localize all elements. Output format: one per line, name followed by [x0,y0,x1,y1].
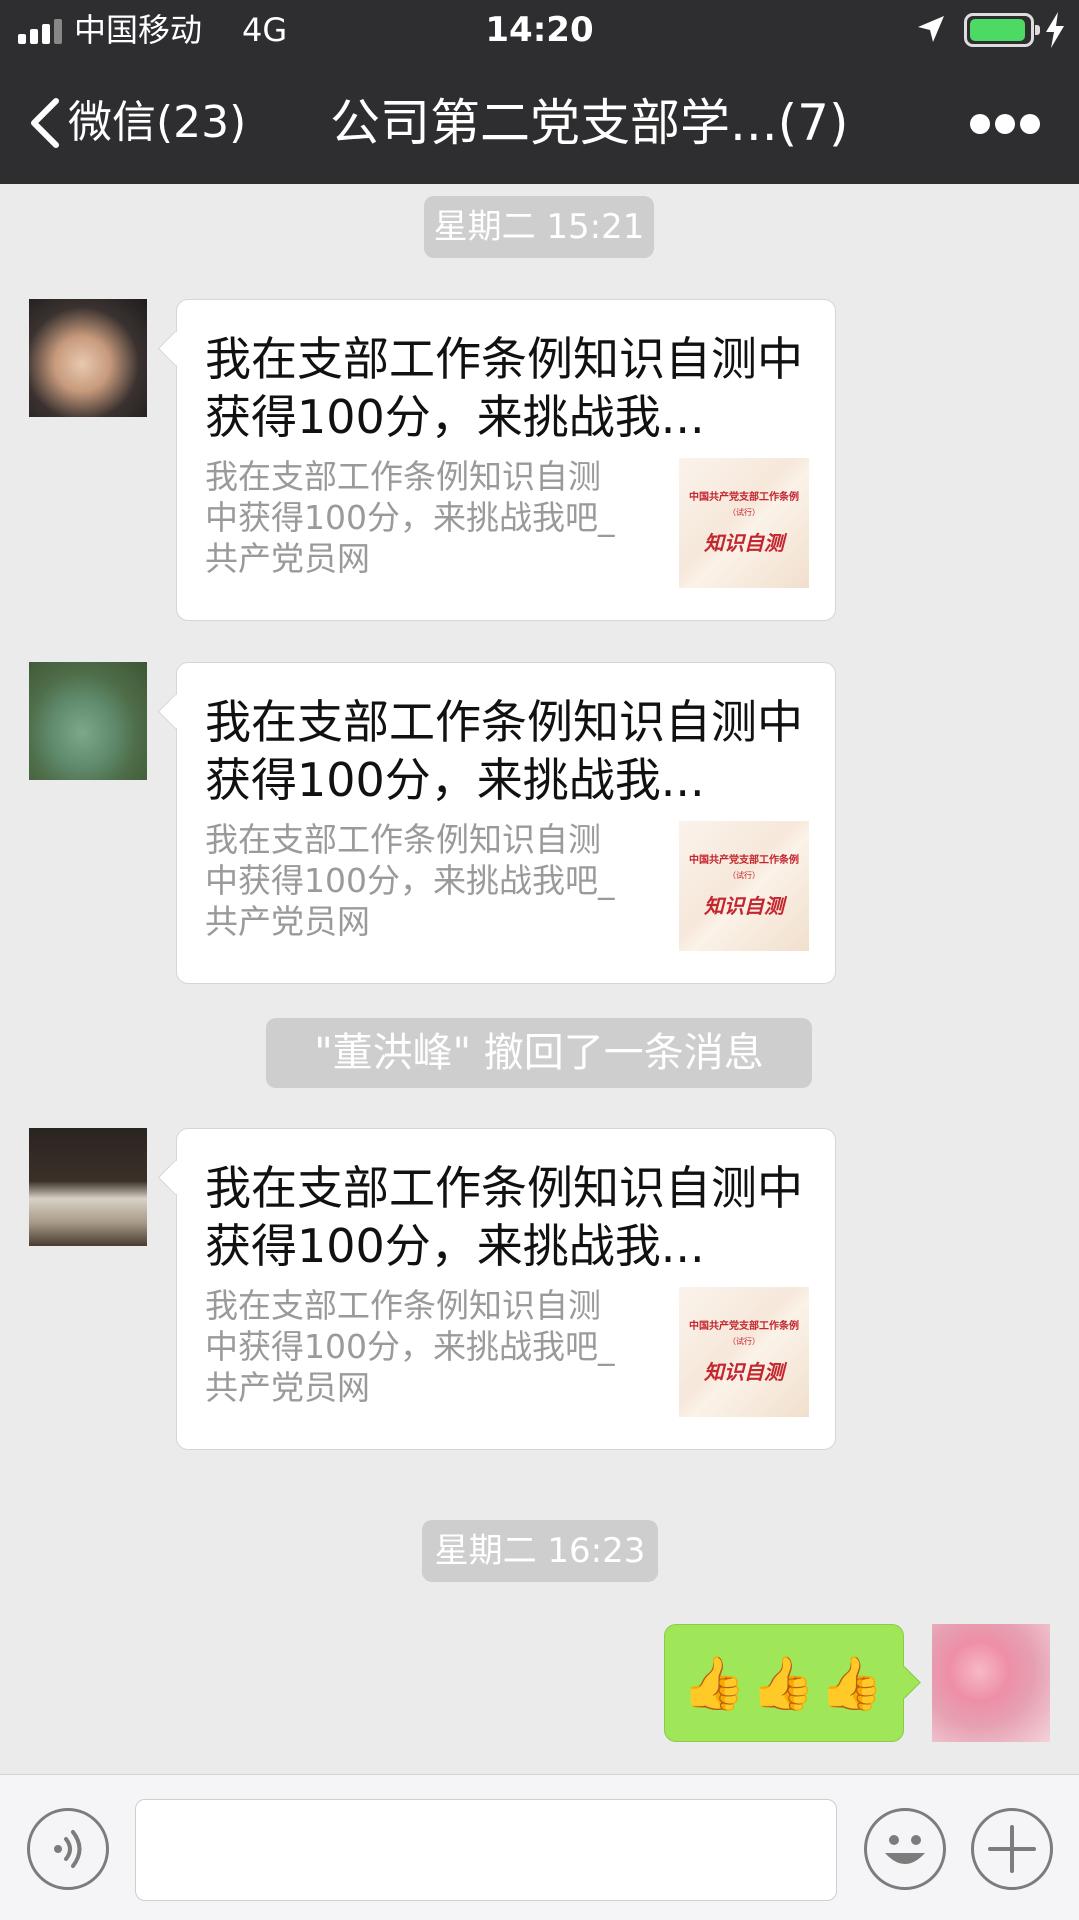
card-title: 我在支部工作条例知识自测中获得100分，来挑战我... [205,1161,803,1273]
card-description: 我在支部工作条例知识自测 中获得100分，来挑战我吧_ 共产党员网 [205,1286,615,1407]
avatar[interactable] [29,299,147,417]
card-title: 我在支部工作条例知识自测中获得100分，来挑战我... [205,695,803,807]
card-description: 我在支部工作条例知识自测 中获得100分，来挑战我吧_ 共产党员网 [205,820,615,941]
link-card[interactable]: 我在支部工作条例知识自测中获得100分，来挑战我... 我在支部工作条例知识自测… [176,662,836,984]
thumb-headline: 知识自测 [704,531,784,555]
card-title: 我在支部工作条例知识自测中获得100分，来挑战我... [205,332,803,444]
thumb-headline: 知识自测 [704,894,784,918]
timestamp: 星期二 16:23 [422,1520,658,1582]
more-dots-icon[interactable] [970,114,1040,136]
thumb-subtitle: （试行） [728,1337,760,1346]
battery-fill [970,19,1025,41]
status-bar: 中国移动 4G 14:20 [0,0,1079,62]
my-avatar[interactable] [932,1624,1050,1742]
message-text: 👍👍👍 [681,1654,889,1714]
thumb-title: 中国共产党支部工作条例 [689,492,799,503]
message-input[interactable] [135,1799,837,1901]
recall-notice: "董洪峰" 撤回了一条消息 [266,1018,812,1088]
card-thumbnail: 中国共产党支部工作条例 （试行） 知识自测 [679,1287,809,1417]
timestamp: 星期二 15:21 [424,196,654,258]
card-description: 我在支部工作条例知识自测 中获得100分，来挑战我吧_ 共产党员网 [205,457,615,578]
link-card[interactable]: 我在支部工作条例知识自测中获得100分，来挑战我... 我在支部工作条例知识自测… [176,1128,836,1450]
voice-icon [54,1830,82,1868]
location-arrow-icon [918,16,944,42]
card-thumbnail: 中国共产党支部工作条例 （试行） 知识自测 [679,821,809,951]
battery-icon [964,13,1040,47]
thumb-headline: 知识自测 [704,1360,784,1384]
voice-button[interactable] [27,1808,109,1890]
back-button[interactable]: 微信(23) [26,92,246,154]
input-bar [0,1774,1079,1920]
my-message-bubble[interactable]: 👍👍👍 [664,1624,904,1742]
back-label: 微信(23) [68,97,247,148]
avatar[interactable] [29,1128,147,1246]
thumb-title: 中国共产党支部工作条例 [689,1321,799,1332]
emoji-button[interactable] [864,1808,946,1890]
link-card[interactable]: 我在支部工作条例知识自测中获得100分，来挑战我... 我在支部工作条例知识自测… [176,299,836,621]
plus-icon [988,1825,1036,1873]
chat-screen: 中国移动 4G 14:20 微信(23) 公司第二党支部学...(7) 星期二 … [0,0,1079,1920]
emoji-icon [885,1835,925,1864]
chevron-left-icon [31,98,59,148]
nav-bar: 微信(23) 公司第二党支部学...(7) [0,62,1079,184]
card-thumbnail: 中国共产党支部工作条例 （试行） 知识自测 [679,458,809,588]
plus-button[interactable] [971,1808,1053,1890]
thumb-subtitle: （试行） [728,508,760,517]
thumb-subtitle: （试行） [728,871,760,880]
chat-title: 公司第二党支部学...(7) [330,94,849,152]
thumb-title: 中国共产党支部工作条例 [689,855,799,866]
charging-bolt-icon [1046,12,1064,48]
avatar[interactable] [29,662,147,780]
